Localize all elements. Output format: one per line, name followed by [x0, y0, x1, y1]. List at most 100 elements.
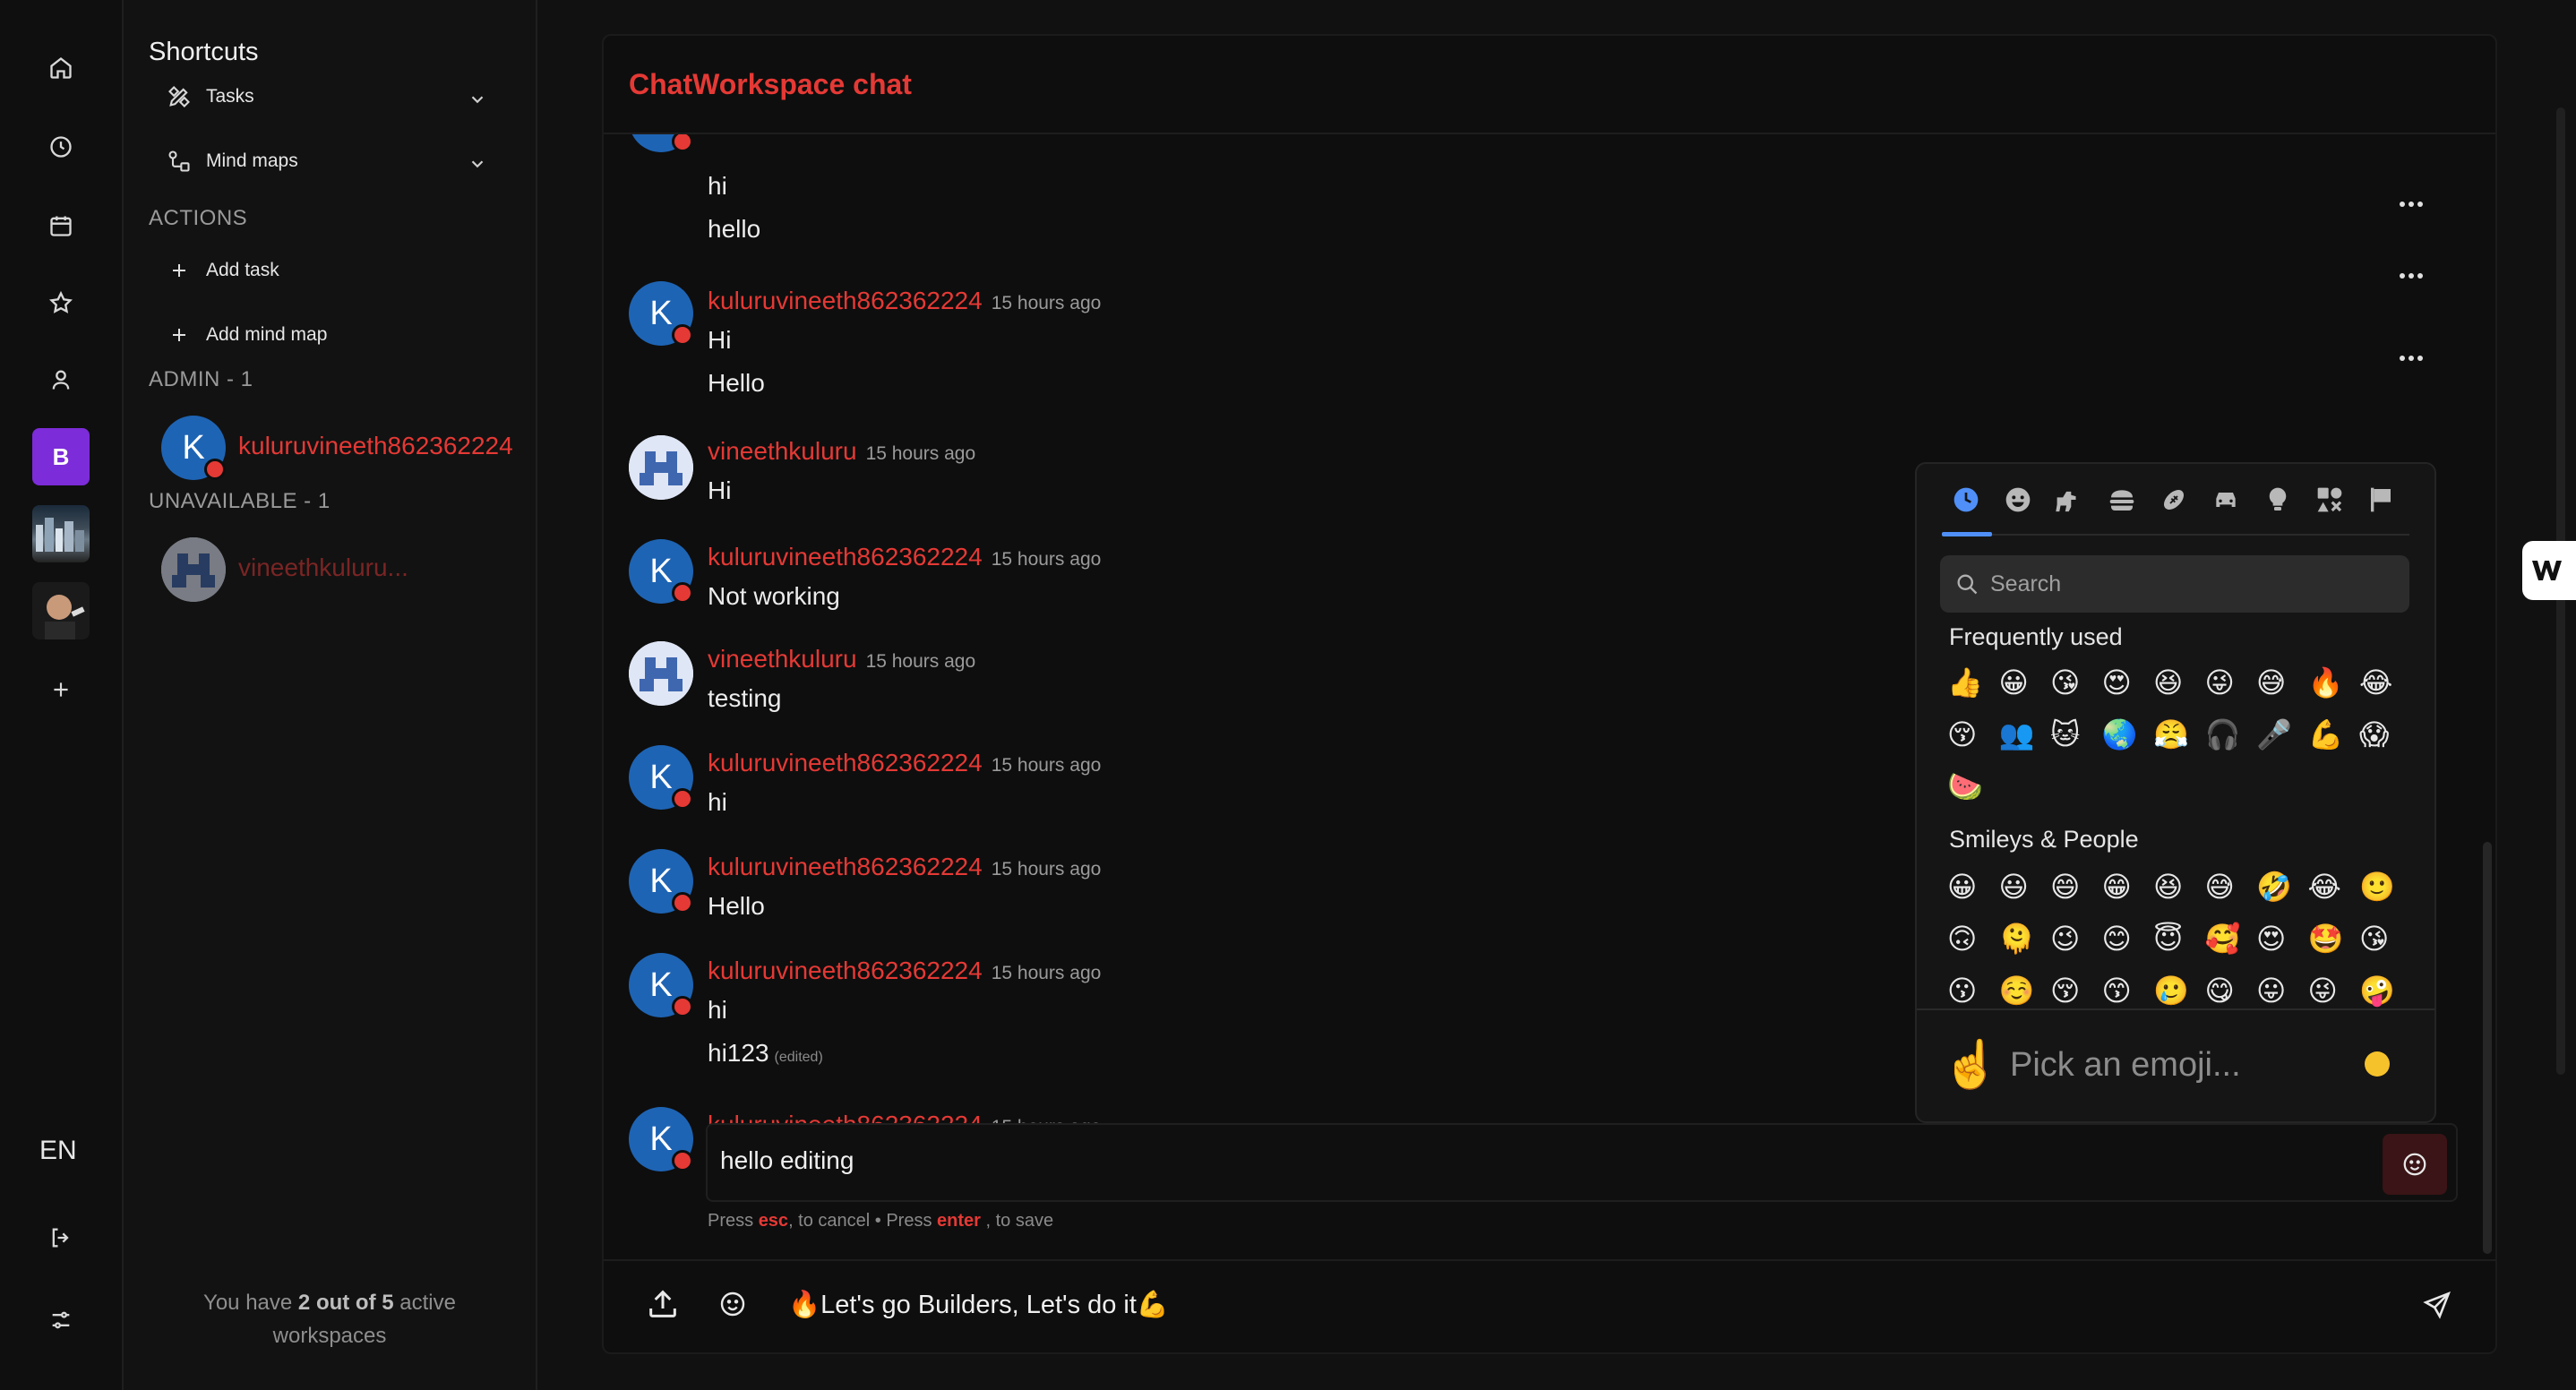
- emoji-option[interactable]: 😘: [2050, 663, 2102, 702]
- emoji-picker-button[interactable]: [2383, 1134, 2447, 1195]
- emoji-option[interactable]: 🎤: [2256, 715, 2308, 754]
- emoji-option[interactable]: 😛: [2256, 971, 2308, 1010]
- recent-category-tab[interactable]: [1940, 485, 1992, 527]
- emoji-option[interactable]: 😄: [2050, 867, 2102, 906]
- emoji-option[interactable]: 😉: [2050, 919, 2102, 958]
- emoji-option[interactable]: 😇: [2153, 919, 2205, 958]
- logout-icon[interactable]: [43, 1220, 79, 1256]
- star-icon[interactable]: [43, 285, 79, 321]
- food-category-tab[interactable]: [2096, 485, 2148, 527]
- workspace-city-tile[interactable]: [32, 505, 90, 562]
- chevron-down-icon[interactable]: [468, 154, 487, 174]
- message-input[interactable]: 🔥Let's go Builders, Let's do it💪: [788, 1290, 1169, 1320]
- emoji-option[interactable]: 🙃: [1947, 919, 1999, 958]
- plus-icon[interactable]: [43, 672, 79, 708]
- send-icon[interactable]: [2422, 1290, 2452, 1320]
- emoji-option[interactable]: 😅: [2205, 867, 2257, 906]
- message-author[interactable]: kuluruvineeth862362224 15 hours ago: [708, 543, 1101, 571]
- emoji-option[interactable]: 🤣: [2256, 867, 2308, 906]
- message-author[interactable]: kuluruvineeth862362224 15 hours ago: [708, 957, 1101, 985]
- emoji-option[interactable]: 🤪: [2359, 971, 2411, 1010]
- member-admin[interactable]: K kuluruvineeth862362224: [161, 416, 537, 480]
- emoji-option[interactable]: 🙂: [2359, 867, 2411, 906]
- upload-icon[interactable]: [645, 1286, 681, 1322]
- w-logo-icon[interactable]: [2522, 541, 2576, 600]
- home-icon[interactable]: [43, 50, 79, 86]
- edit-message-input[interactable]: hello editing: [720, 1146, 854, 1175]
- message-author[interactable]: kuluruvineeth862362224 15 hours ago: [708, 749, 1101, 777]
- message-author[interactable]: kuluruvineeth862362224 15 hours ago: [708, 853, 1101, 881]
- emoji-option[interactable]: 😀: [1947, 867, 1999, 906]
- clock-icon[interactable]: [43, 129, 79, 165]
- emoji-option[interactable]: 😜: [2308, 971, 2360, 1010]
- language-toggle[interactable]: EN: [39, 1136, 77, 1166]
- emoji-option[interactable]: 🍉: [1947, 767, 1999, 806]
- smileys-category-tab[interactable]: [1992, 485, 2044, 527]
- emoji-option[interactable]: 😚: [1947, 715, 1999, 754]
- user-icon[interactable]: [43, 362, 79, 398]
- emoji-option[interactable]: 🥰: [2205, 919, 2257, 958]
- workspace-person-tile[interactable]: [32, 582, 90, 639]
- more-options-icon[interactable]: [2393, 267, 2429, 285]
- emoji-option[interactable]: 😃: [1999, 867, 2051, 906]
- activity-category-tab[interactable]: [2148, 485, 2200, 527]
- message-author[interactable]: vineethkuluru 15 hours ago: [708, 437, 975, 466]
- emoji-option[interactable]: 🐱: [2050, 715, 2102, 754]
- emoji-option[interactable]: 🔥: [2308, 663, 2360, 702]
- status-dot: [672, 134, 693, 152]
- emoji-option[interactable]: 😗: [1947, 971, 1999, 1010]
- emoji-option[interactable]: ☺️: [1999, 971, 2051, 1010]
- message-author[interactable]: vineethkuluru 15 hours ago: [708, 645, 975, 674]
- emoji-option[interactable]: 😊: [2102, 919, 2154, 958]
- emoji-option[interactable]: 🫠: [1999, 919, 2051, 958]
- chevron-down-icon[interactable]: [468, 90, 487, 109]
- emoji-option[interactable]: 😂: [2308, 867, 2360, 906]
- message-author[interactable]: kuluruvineeth862362224 15 hours ago: [708, 287, 1101, 315]
- message-text: testing: [708, 684, 782, 712]
- emoji-option[interactable]: 😆: [2153, 867, 2205, 906]
- emoji-option[interactable]: 😤: [2153, 715, 2205, 754]
- workspace-b-tile[interactable]: B: [32, 428, 90, 485]
- emoji-option[interactable]: 😍: [2102, 663, 2154, 702]
- emoji-option[interactable]: 😅: [2256, 663, 2308, 702]
- emoji-option[interactable]: 😜: [2205, 663, 2257, 702]
- flags-category-tab[interactable]: [2356, 485, 2408, 527]
- symbols-category-tab[interactable]: [2304, 485, 2356, 527]
- emoji-picker[interactable]: Search Frequently used 👍 😀 😘 😍 😆 😜 😅 🔥 😂 😚 👥 🐱 🌏 😤 🎧 🎤 💪…: [1915, 462, 2436, 1123]
- more-options-icon[interactable]: [2393, 195, 2429, 213]
- settings-sliders-icon[interactable]: [43, 1302, 79, 1338]
- emoji-button[interactable]: [718, 1290, 747, 1318]
- message-list-scrollbar[interactable]: [2483, 842, 2492, 1254]
- animals-category-tab[interactable]: [2044, 485, 2096, 527]
- emoji-option[interactable]: 😱: [2359, 715, 2411, 754]
- emoji-option[interactable]: 😋: [2205, 971, 2257, 1010]
- add-mind-map-button[interactable]: Add mind map: [168, 324, 327, 346]
- shortcut-mind-maps[interactable]: Mind maps: [167, 149, 298, 174]
- add-task-button[interactable]: Add task: [168, 260, 279, 281]
- emoji-option[interactable]: 🤩: [2308, 919, 2360, 958]
- objects-category-tab[interactable]: [2252, 485, 2304, 527]
- emoji-option[interactable]: 🥲: [2153, 971, 2205, 1010]
- skin-tone-selector[interactable]: [2365, 1051, 2390, 1077]
- emoji-option[interactable]: 😀: [1999, 663, 2051, 702]
- shortcut-tasks[interactable]: Tasks: [167, 84, 254, 109]
- emoji-option[interactable]: 👥: [1999, 715, 2051, 754]
- more-options-icon[interactable]: [2393, 349, 2429, 367]
- emoji-option[interactable]: 💪: [2308, 715, 2360, 754]
- travel-category-tab[interactable]: [2200, 485, 2252, 527]
- emoji-option[interactable]: 😚: [2050, 971, 2102, 1010]
- edit-message-field[interactable]: hello editing: [706, 1123, 2458, 1202]
- emoji-option[interactable]: 👍: [1947, 663, 1999, 702]
- emoji-option[interactable]: 😁: [2102, 867, 2154, 906]
- emoji-option[interactable]: 🎧: [2205, 715, 2257, 754]
- emoji-option[interactable]: 😙: [2102, 971, 2154, 1010]
- emoji-option[interactable]: 🌏: [2102, 715, 2154, 754]
- emoji-option[interactable]: 😂: [2359, 663, 2411, 702]
- member-unavailable[interactable]: vineethkuluru...: [161, 537, 537, 602]
- emoji-option[interactable]: 😆: [2153, 663, 2205, 702]
- emoji-search-input[interactable]: Search: [1940, 555, 2409, 613]
- calendar-icon[interactable]: [43, 208, 79, 244]
- emoji-option[interactable]: 😘: [2359, 919, 2411, 958]
- emoji-option[interactable]: 😍: [2256, 919, 2308, 958]
- shortcut-mind-maps-label: Mind maps: [206, 150, 298, 171]
